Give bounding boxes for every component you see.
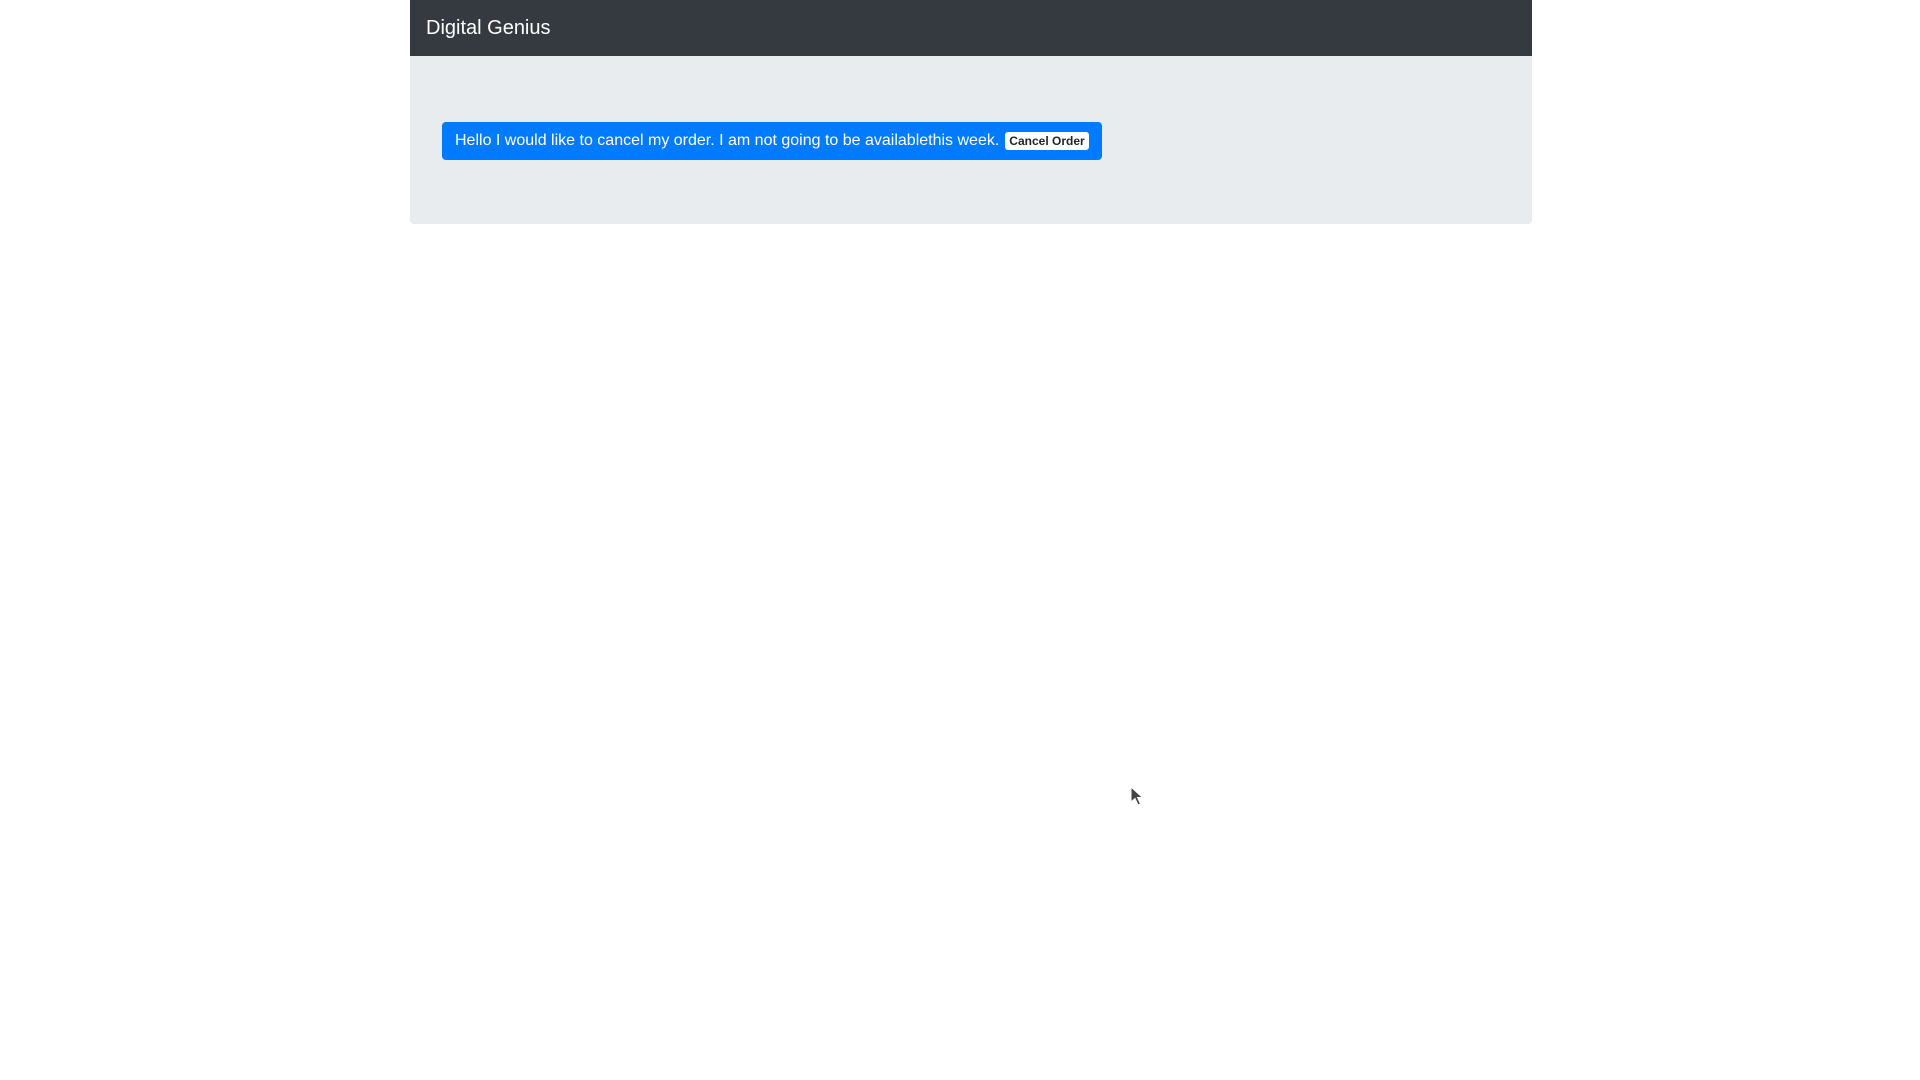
message-alert: Hello I would like to cancel my order. I… xyxy=(442,122,1102,160)
brand-title[interactable]: Digital Genius xyxy=(426,18,551,38)
app-container: Digital Genius Hello I would like to can… xyxy=(410,0,1532,224)
message-panel: Hello I would like to cancel my order. I… xyxy=(410,56,1532,224)
mouse-pointer-icon xyxy=(1130,786,1144,806)
cancel-order-button[interactable]: Cancel Order xyxy=(1005,132,1089,150)
message-text: Hello I would like to cancel my order. I… xyxy=(455,132,1000,149)
navbar: Digital Genius xyxy=(410,0,1532,56)
